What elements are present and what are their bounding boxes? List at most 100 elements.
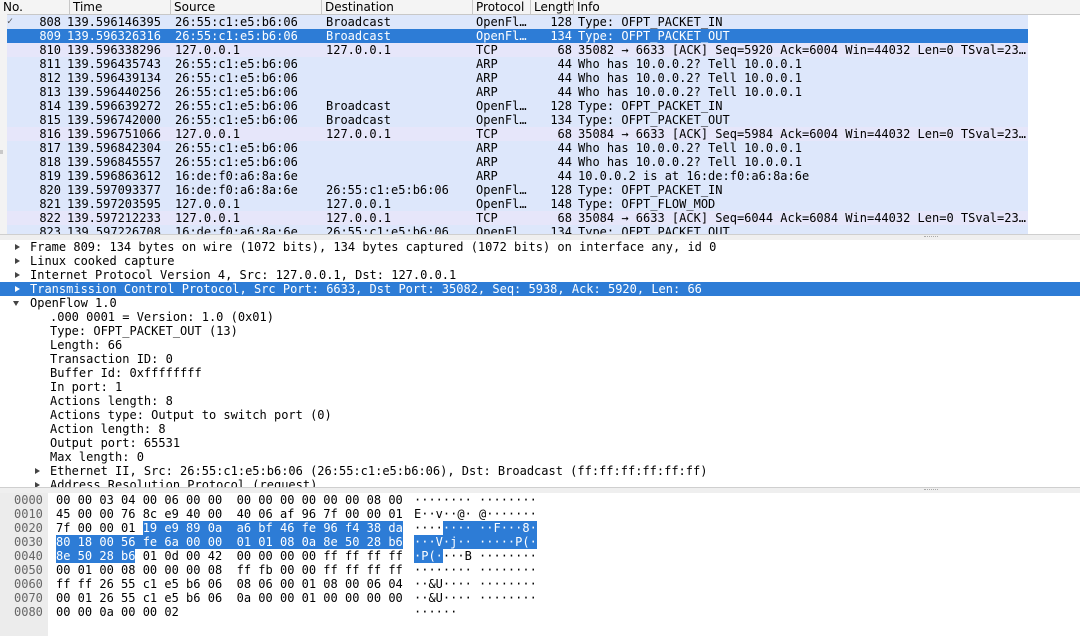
detail-tree-item[interactable]: .000 0001 = Version: 1.0 (0x01): [0, 310, 1080, 324]
bytes-ascii[interactable]: ··&U···· ········: [414, 591, 537, 605]
ascii-bytes[interactable]: ··&U···· ········: [414, 577, 537, 591]
packet-row[interactable]: 810 139.596338296 127.0.0.1 127.0.0.1 TCP 68 3…: [7, 43, 1028, 57]
ascii-bytes[interactable]: ······: [414, 605, 457, 619]
ascii-selected-bytes[interactable]: ···V·j·· ·····P(·: [414, 535, 537, 549]
bytes-hex[interactable]: ff ff 26 55 c1 e5 b6 06 08 06 00 01 08 0…: [56, 577, 403, 591]
detail-tree-item[interactable]: Transaction ID: 0: [0, 352, 1080, 366]
detail-tree-item[interactable]: Type: OFPT_PACKET_OUT (13): [0, 324, 1080, 338]
bytes-ascii[interactable]: E··v··@· @·······: [414, 507, 537, 521]
bytes-ascii[interactable]: ········ ··F···8·: [414, 521, 537, 535]
packet-row[interactable]: 822 139.597212233 127.0.0.1 127.0.0.1 TCP 68 3…: [7, 211, 1028, 225]
hex-selected-bytes[interactable]: 8e 50 28 b6: [56, 549, 136, 563]
detail-tree-item[interactable]: Linux cooked capture: [0, 254, 1080, 268]
packet-row[interactable]: 816 139.596751066 127.0.0.1 127.0.0.1 TCP 68 3…: [7, 127, 1028, 141]
packet-row[interactable]: 819 139.596863612 16:de:f0:a6:8a:6e ARP 44 10…: [7, 169, 1028, 183]
bytes-hex[interactable]: 8e 50 28 b6 01 0d 00 42 00 00 00 00 ff f…: [56, 549, 403, 563]
packet-bytes-pane[interactable]: 0000 00 00 03 04 00 06 00 00 00 00 00 00 …: [0, 493, 1080, 636]
detail-tree-item[interactable]: Frame 809: 134 bytes on wire (1072 bits)…: [0, 240, 1080, 254]
column-header-no[interactable]: No.: [0, 0, 70, 14]
bytes-hex[interactable]: 45 00 00 76 8c e9 40 00 40 06 af 96 7f 0…: [56, 507, 403, 521]
detail-tree-item[interactable]: Action length: 8: [0, 422, 1080, 436]
splitter-grip[interactable]: [924, 489, 938, 492]
splitter-grip[interactable]: [924, 236, 938, 239]
bytes-hex[interactable]: 00 00 03 04 00 06 00 00 00 00 00 00 00 0…: [56, 493, 403, 507]
hex-bytes[interactable]: 01 0d 00 42 00 00 00 00 ff ff ff ff: [135, 549, 403, 563]
hex-bytes[interactable]: 7f 00 00 01: [56, 521, 143, 535]
ascii-bytes[interactable]: ···B ········: [443, 549, 537, 563]
bytes-hex[interactable]: 80 18 00 56 fe 6a 00 00 01 01 08 0a 8e 5…: [56, 535, 403, 549]
detail-tree-item[interactable]: Buffer Id: 0xffffffff: [0, 366, 1080, 380]
detail-tree-item[interactable]: Internet Protocol Version 4, Src: 127.0.…: [0, 268, 1080, 282]
packet-list-pane[interactable]: No. Time Source Destination Protocol Len…: [0, 0, 1080, 234]
detail-tree-item[interactable]: Output port: 65531: [0, 436, 1080, 450]
detail-tree-item[interactable]: OpenFlow 1.0: [0, 296, 1080, 310]
ascii-bytes[interactable]: ········ ········: [414, 563, 537, 577]
hex-bytes[interactable]: 45 00 00 76 8c e9 40 00 40 06 af 96 7f 0…: [56, 507, 403, 521]
packet-row[interactable]: 812 139.596439134 26:55:c1:e5:b6:06 ARP 44 Wh…: [7, 71, 1028, 85]
detail-tree-item[interactable]: Ethernet II, Src: 26:55:c1:e5:b6:06 (26:…: [0, 464, 1080, 478]
packet-row[interactable]: 820 139.597093377 16:de:f0:a6:8a:6e 26:55:c…: [7, 183, 1028, 197]
hex-bytes[interactable]: 00 00 0a 00 00 02: [56, 605, 179, 619]
ascii-bytes[interactable]: ··&U···· ········: [414, 591, 537, 605]
expand-arrow-icon[interactable]: [13, 240, 23, 254]
ascii-bytes[interactable]: ····: [414, 521, 443, 535]
hex-bytes[interactable]: 00 00 03 04 00 06 00 00 00 00 00 00 00 0…: [56, 493, 403, 507]
detail-tree-item[interactable]: Actions type: Output to switch port (0): [0, 408, 1080, 422]
bytes-offset: 0060: [14, 577, 43, 591]
detail-tree-label: Actions type: Output to switch port (0): [50, 408, 332, 422]
hex-bytes[interactable]: ff ff 26 55 c1 e5 b6 06 08 06 00 01 08 0…: [56, 577, 403, 591]
packet-row[interactable]: 814 139.596639272 26:55:c1:e5:b6:06 Broadca…: [7, 99, 1028, 113]
packet-length: 134: [550, 225, 572, 234]
bytes-hex[interactable]: 00 01 00 08 00 00 00 08 ff fb 00 00 ff f…: [56, 563, 403, 577]
detail-tree-item[interactable]: Max length: 0: [0, 450, 1080, 464]
bytes-ascii[interactable]: ···V·j·· ·····P(·: [414, 535, 537, 549]
detail-tree-item[interactable]: Length: 66: [0, 338, 1080, 352]
column-header-time[interactable]: Time: [70, 0, 171, 14]
column-header-info[interactable]: Info: [574, 0, 1080, 14]
column-header-length[interactable]: Length: [531, 0, 574, 14]
packet-row[interactable]: 818 139.596845557 26:55:c1:e5:b6:06 ARP 44 Wh…: [7, 155, 1028, 169]
hex-bytes[interactable]: 00 01 00 08 00 00 00 08 ff fb 00 00 ff f…: [56, 563, 403, 577]
column-header-source[interactable]: Source: [171, 0, 322, 14]
detail-tree-item[interactable]: Actions length: 8: [0, 394, 1080, 408]
expand-arrow-icon[interactable]: [33, 464, 43, 478]
expand-arrow-icon[interactable]: [13, 268, 23, 282]
hex-bytes[interactable]: 00 01 26 55 c1 e5 b6 06 0a 00 00 01 00 0…: [56, 591, 403, 605]
packet-row[interactable]: 821 139.597203595 127.0.0.1 127.0.0.1 OpenFl…: [7, 197, 1028, 211]
hex-selected-bytes[interactable]: 80 18 00 56 fe 6a 00 00 01 01 08 0a 8e 5…: [56, 535, 403, 549]
bytes-ascii[interactable]: ······: [414, 605, 457, 619]
ascii-selected-bytes[interactable]: ·P(·: [414, 549, 443, 563]
packet-row[interactable]: 811 139.596435743 26:55:c1:e5:b6:06 ARP 44 Wh…: [7, 57, 1028, 71]
expand-arrow-icon[interactable]: [13, 282, 23, 296]
column-header-destination[interactable]: Destination: [322, 0, 473, 14]
packet-row[interactable]: 823 139.597226708 16:de:f0:a6:8a:6e 26:55:c…: [7, 225, 1028, 234]
packet-row[interactable]: 809 139.596326316 26:55:c1:e5:b6:06 Broadca…: [7, 29, 1028, 43]
bytes-ascii[interactable]: ········ ········: [414, 563, 537, 577]
bytes-ascii[interactable]: ·P(····B ········: [414, 549, 537, 563]
column-header-protocol[interactable]: Protocol: [473, 0, 531, 14]
detail-tree-item[interactable]: In port: 1: [0, 380, 1080, 394]
ascii-bytes[interactable]: ········ ········: [414, 493, 537, 507]
bytes-ascii[interactable]: ··&U···· ········: [414, 577, 537, 591]
packet-info: Who has 10.0.0.2? Tell 10.0.0.1: [578, 57, 802, 71]
packet-row[interactable]: 817 139.596842304 26:55:c1:e5:b6:06 ARP 44 Wh…: [7, 141, 1028, 155]
packet-source: 127.0.0.1: [175, 43, 241, 57]
packet-protocol: OpenFl…: [476, 29, 527, 43]
bytes-hex[interactable]: 00 00 0a 00 00 02: [56, 605, 179, 619]
packet-time: 139.596639272: [67, 99, 161, 113]
bytes-hex[interactable]: 7f 00 00 01 19 e9 89 0a a6 bf 46 fe 96 f…: [56, 521, 403, 535]
packet-row[interactable]: 815 139.596742000 26:55:c1:e5:b6:06 Broadca…: [7, 113, 1028, 127]
packet-details-pane[interactable]: Frame 809: 134 bytes on wire (1072 bits)…: [0, 240, 1080, 488]
packet-time: 139.596146395: [67, 15, 161, 29]
bytes-ascii[interactable]: ········ ········: [414, 493, 537, 507]
bytes-hex[interactable]: 00 01 26 55 c1 e5 b6 06 0a 00 00 01 00 0…: [56, 591, 403, 605]
packet-protocol: OpenFl…: [476, 15, 527, 29]
ascii-selected-bytes[interactable]: ···· ··F···8·: [442, 521, 537, 535]
expand-arrow-icon[interactable]: [13, 254, 23, 268]
packet-row[interactable]: ✓ 808 139.596146395 26:55:c1:e5:b6:06 Broadc…: [7, 15, 1028, 29]
ascii-bytes[interactable]: E··v··@· @·······: [414, 507, 537, 521]
collapse-arrow-icon[interactable]: [13, 296, 23, 310]
detail-tree-item[interactable]: Transmission Control Protocol, Src Port:…: [0, 282, 1080, 296]
hex-selected-bytes[interactable]: 19 e9 89 0a a6 bf 46 fe 96 f4 38 da: [142, 521, 403, 535]
packet-row[interactable]: 813 139.596440256 26:55:c1:e5:b6:06 ARP 44 Wh…: [7, 85, 1028, 99]
